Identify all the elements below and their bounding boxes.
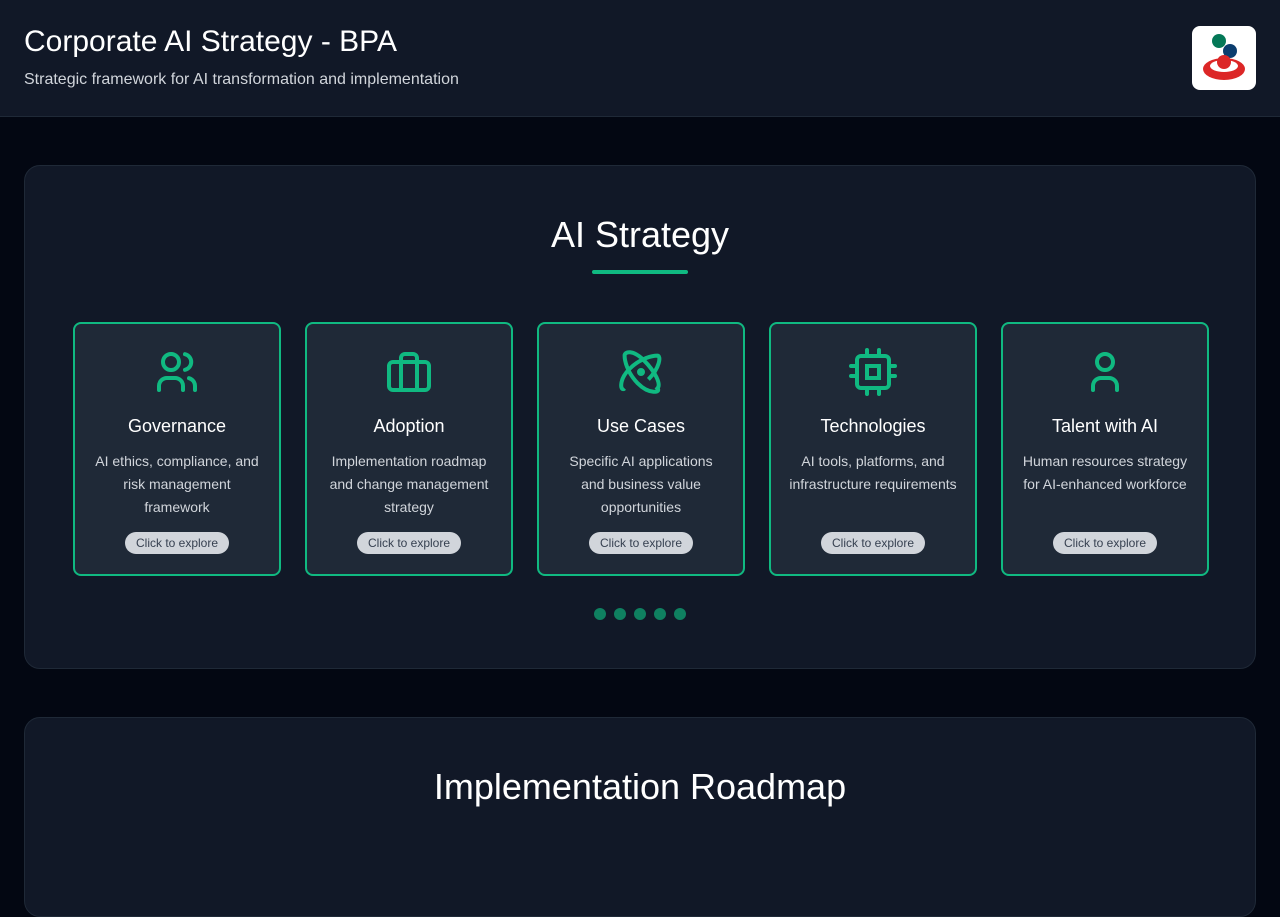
company-logo bbox=[1192, 26, 1256, 90]
card-talent[interactable]: Talent with AI Human resources strategy … bbox=[1001, 322, 1209, 576]
card-title: Use Cases bbox=[596, 416, 686, 436]
page-subtitle: Strategic framework for AI transformatio… bbox=[24, 71, 459, 88]
atom-icon bbox=[619, 350, 662, 394]
carousel-dot[interactable] bbox=[634, 608, 646, 620]
explore-button[interactable]: Click to explore bbox=[588, 532, 694, 554]
card-use-cases[interactable]: Use Cases Specific AI applications and b… bbox=[537, 322, 745, 576]
briefcase-icon bbox=[387, 352, 431, 392]
carousel-dot[interactable] bbox=[674, 608, 686, 620]
page-title: Corporate AI Strategy - BPA bbox=[24, 25, 397, 58]
explore-button[interactable]: Click to explore bbox=[1052, 532, 1158, 554]
section-title: Implementation Roadmap bbox=[433, 766, 847, 807]
roadmap-section: Implementation Roadmap bbox=[24, 717, 1256, 917]
card-governance[interactable]: Governance AI ethics, compliance, and ri… bbox=[73, 322, 281, 576]
carousel-dot[interactable] bbox=[614, 608, 626, 620]
carousel-dots bbox=[25, 608, 1255, 620]
card-adoption[interactable]: Adoption Implementation roadmap and chan… bbox=[305, 322, 513, 576]
card-title: Governance bbox=[127, 416, 227, 436]
cpu-icon bbox=[849, 348, 897, 396]
user-icon bbox=[1091, 352, 1119, 392]
card-title: Technologies bbox=[820, 416, 926, 436]
users-icon bbox=[157, 352, 198, 392]
card-description: Human resources strategy for AI-enhanced… bbox=[1022, 453, 1188, 492]
carousel-dot[interactable] bbox=[654, 608, 666, 620]
card-description: AI ethics, compliance, and risk manageme… bbox=[95, 453, 259, 515]
title-underline bbox=[592, 270, 688, 274]
explore-button[interactable]: Click to explore bbox=[820, 532, 926, 554]
card-technologies[interactable]: Technologies AI tools, platforms, and in… bbox=[769, 322, 977, 576]
card-title: Adoption bbox=[373, 416, 445, 436]
ai-strategy-section: AI Strategy Governance AI ethics, compli… bbox=[24, 165, 1256, 669]
header: Corporate AI Strategy - BPA Strategic fr… bbox=[0, 0, 1280, 117]
explore-button[interactable]: Click to explore bbox=[124, 532, 230, 554]
card-description: Implementation roadmap and change manage… bbox=[329, 453, 489, 515]
section-title: AI Strategy bbox=[550, 214, 730, 255]
card-description: Specific AI applications and business va… bbox=[569, 453, 713, 515]
card-title: Talent with AI bbox=[1051, 416, 1159, 436]
carousel-dot[interactable] bbox=[594, 608, 606, 620]
card-description: AI tools, platforms, and infrastructure … bbox=[789, 453, 957, 492]
explore-button[interactable]: Click to explore bbox=[356, 532, 462, 554]
